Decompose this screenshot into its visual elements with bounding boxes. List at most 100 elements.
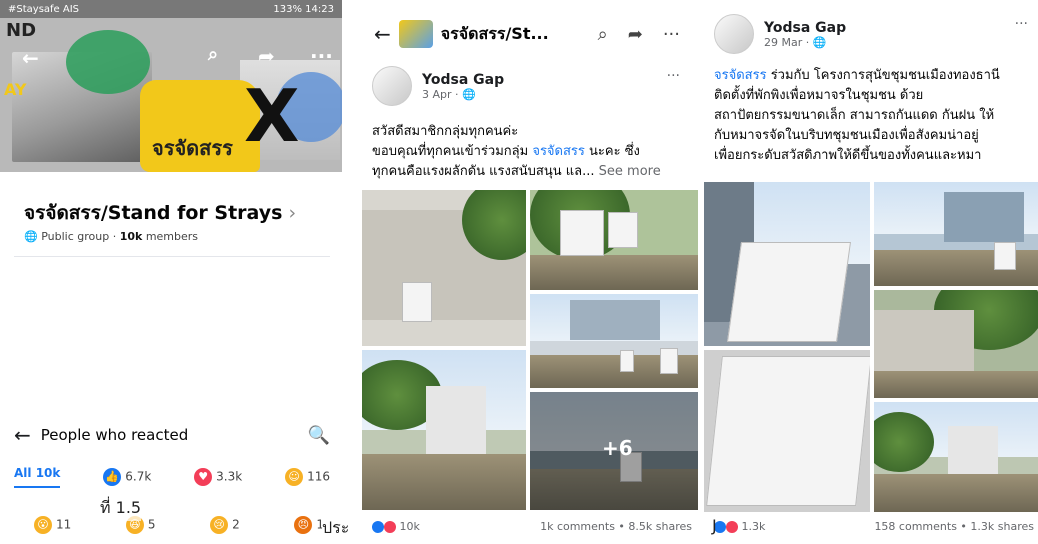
love-count: 3.3k bbox=[216, 469, 243, 484]
grid-photo-1[interactable] bbox=[362, 190, 526, 346]
post-panel-2: Yodsa Gap 29 Mar · 🌐 ··· จรจัดสรร ร่วมกั… bbox=[704, 0, 1038, 544]
share-icon[interactable]: ➦ bbox=[628, 24, 643, 45]
post-header: Yodsa Gap 3 Apr · 🌐 bbox=[372, 66, 504, 106]
divider bbox=[14, 256, 330, 257]
reaction-tabs: All 10k 👍 6.7k ♥ 3.3k ☺ 116 bbox=[14, 466, 330, 488]
post-line-3: ทุกคนคือแรงผลักดัน แรงสนับสนุน แล... See… bbox=[372, 162, 692, 182]
group-member-label: members bbox=[145, 230, 199, 243]
search-icon[interactable]: ⌕ bbox=[208, 44, 218, 65]
group-privacy: Public group bbox=[41, 230, 110, 243]
document-caption-fragment: ที่ 1.5 bbox=[100, 496, 142, 521]
care-icon: ☺ bbox=[285, 468, 304, 486]
angry-icon: 😠 bbox=[294, 516, 313, 534]
post-date: 29 Mar · 🌐 bbox=[764, 35, 827, 49]
cover-text-ay: AY bbox=[4, 80, 27, 99]
post-footer: 1.3k 158 comments • 1.3k shares bbox=[714, 520, 1034, 533]
grid-photo-5[interactable]: +6 bbox=[530, 392, 698, 510]
tab-sad[interactable]: 😢 2 bbox=[210, 516, 240, 534]
care-count: 116 bbox=[307, 469, 330, 484]
tab-wow[interactable]: 😮 11 bbox=[34, 516, 71, 534]
wow-count: 11 bbox=[56, 517, 72, 532]
photo-grid: +6 bbox=[362, 190, 698, 510]
post-line-2b: นะคะ ซึ่ง bbox=[584, 144, 640, 159]
back-arrow-icon[interactable]: ← bbox=[14, 423, 31, 447]
avatar[interactable] bbox=[714, 14, 754, 54]
sad-count: 2 bbox=[232, 517, 240, 532]
search-icon[interactable]: 🔍 bbox=[308, 425, 330, 446]
post-line-2a: ขอบคุณที่ทุกคนเข้าร่วมกลุ่ม bbox=[372, 144, 533, 159]
reaction-count: 1.3k bbox=[741, 520, 766, 533]
group-member-count: 10k bbox=[119, 230, 143, 243]
haha-count: 5 bbox=[147, 517, 156, 532]
post-footer: 10k 1k comments • 8.5k shares bbox=[372, 520, 692, 533]
more-photos-count: +6 bbox=[602, 436, 633, 460]
post-line-1-text: ร่วมกับ โครงการสุนัขชุมชนเมืองทองธานี bbox=[766, 68, 1000, 83]
like-icon bbox=[372, 521, 384, 533]
group-header-bar: ← จรจัดสรร/St... ⌕ ➦ ··· bbox=[356, 16, 698, 52]
group-cover-photo: ND AY จรจัดสรร X #Staysafe AIS 133% 14:2… bbox=[0, 0, 342, 172]
tab-care[interactable]: ☺ 116 bbox=[285, 468, 330, 486]
reactions-title: People who reacted bbox=[40, 426, 189, 444]
chevron-right-icon: › bbox=[288, 202, 297, 224]
post-line-2: ขอบคุณที่ทุกคนเข้าร่วมกลุ่ม จรจัดสรร นะค… bbox=[372, 142, 692, 162]
post-more-icon[interactable]: ··· bbox=[667, 68, 680, 84]
group-header-title[interactable]: จรจัดสรร/St... bbox=[441, 22, 578, 47]
tab-angry[interactable]: 😠 1 bbox=[294, 516, 324, 534]
reaction-count: 10k bbox=[399, 520, 420, 533]
group-reactions-panel: ND AY จรจัดสรร X #Staysafe AIS 133% 14:2… bbox=[0, 0, 342, 544]
group-meta: 🌐 Public group · 10k members bbox=[24, 230, 199, 243]
back-arrow-icon[interactable]: ← bbox=[22, 46, 39, 70]
post-line-3-text: ทุกคนคือแรงผลักดัน แรงสนับสนุน แล... bbox=[372, 164, 595, 179]
love-icon bbox=[726, 521, 738, 533]
brand-x-text: X bbox=[244, 74, 300, 158]
post-more-icon[interactable]: ··· bbox=[1015, 16, 1028, 32]
document-caption-fragment: ประ bbox=[322, 516, 362, 541]
search-icon[interactable]: ⌕ bbox=[598, 24, 608, 45]
engagement-stats[interactable]: 158 comments • 1.3k shares bbox=[874, 520, 1034, 533]
post-line-1: สวัสดีสมาชิกกลุ่มทุกคนค่ะ bbox=[372, 124, 519, 139]
status-left: #Staysafe AIS bbox=[8, 3, 80, 15]
engagement-stats[interactable]: 1k comments • 8.5k shares bbox=[540, 520, 692, 533]
grid-photo-4[interactable] bbox=[362, 350, 526, 510]
post-header: Yodsa Gap 29 Mar · 🌐 bbox=[714, 14, 846, 54]
grid-photo-2[interactable] bbox=[704, 350, 870, 512]
grid-photo-4[interactable] bbox=[874, 290, 1038, 398]
share-icon[interactable]: ➦ bbox=[258, 44, 275, 68]
sad-icon: 😢 bbox=[210, 516, 229, 534]
tab-all[interactable]: All 10k bbox=[14, 466, 61, 488]
author-name[interactable]: Yodsa Gap bbox=[422, 72, 504, 88]
reaction-summary[interactable]: 10k bbox=[372, 520, 420, 533]
see-more-link[interactable]: See more bbox=[595, 164, 661, 179]
grid-photo-5[interactable] bbox=[874, 402, 1038, 512]
love-icon bbox=[384, 521, 396, 533]
grid-photo-3[interactable] bbox=[530, 294, 698, 388]
grid-photo-3[interactable] bbox=[874, 182, 1038, 286]
more-icon[interactable]: ··· bbox=[310, 44, 333, 68]
post-date: 3 Apr · 🌐 bbox=[422, 87, 476, 101]
reaction-summary[interactable]: 1.3k bbox=[714, 520, 765, 533]
post-line-4: กับหมาจรจัดในบริบทชุมชนเมืองเพื่อสังคมน่… bbox=[714, 128, 979, 143]
brand-logo-text: จรจัดสรร bbox=[152, 136, 233, 160]
grid-photo-1[interactable] bbox=[704, 182, 870, 346]
photo-grid bbox=[704, 182, 1038, 512]
like-count: 6.7k bbox=[125, 469, 152, 484]
tab-like[interactable]: 👍 6.7k bbox=[103, 468, 151, 486]
post-line-5: เพื่อยกระดับสวัสดิภาพให้ดีขึ้นของทั้งคนแ… bbox=[714, 148, 982, 163]
group-title[interactable]: จรจัดสรร/Stand for Strays › bbox=[24, 198, 296, 228]
grid-photo-2[interactable] bbox=[530, 190, 698, 290]
more-icon[interactable]: ··· bbox=[663, 24, 680, 45]
author-name[interactable]: Yodsa Gap bbox=[764, 20, 846, 36]
post-panel-1: ← จรจัดสรร/St... ⌕ ➦ ··· Yodsa Gap 3 Apr… bbox=[356, 0, 698, 544]
avatar[interactable] bbox=[372, 66, 412, 106]
group-tag-link[interactable]: จรจัดสรร bbox=[714, 68, 767, 83]
document-caption-fragment: J bbox=[712, 516, 717, 535]
status-bar: #Staysafe AIS 133% 14:23 bbox=[0, 0, 342, 18]
reaction-tabs-secondary: 😮 11 😆 5 😢 2 😠 1 bbox=[34, 516, 324, 534]
post-body: สวัสดีสมาชิกกลุ่มทุกคนค่ะ ขอบคุณที่ทุกคน… bbox=[372, 122, 692, 182]
globe-icon: 🌐 bbox=[24, 230, 38, 243]
back-arrow-icon[interactable]: ← bbox=[374, 22, 391, 46]
group-tag-link[interactable]: จรจัดสรร bbox=[532, 144, 585, 159]
reactions-header: ← People who reacted 🔍 bbox=[14, 420, 330, 450]
wow-icon: 😮 bbox=[34, 516, 52, 534]
tab-love[interactable]: ♥ 3.3k bbox=[194, 468, 242, 486]
